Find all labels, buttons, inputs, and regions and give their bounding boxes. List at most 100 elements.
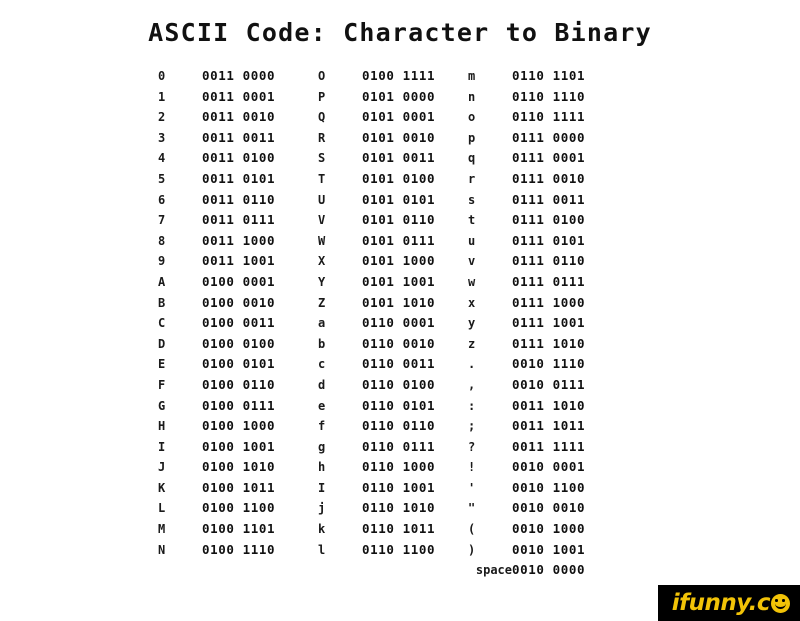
ascii-character: b (318, 336, 326, 351)
table-row: z 0111 1010 (468, 334, 585, 355)
ascii-character: F (158, 377, 166, 392)
table-row: o 0110 1111 (468, 107, 585, 128)
table-row: t 0111 0100 (468, 210, 585, 231)
table-row: N 0100 1110 (158, 540, 275, 561)
ascii-character: T (318, 171, 326, 186)
ascii-character: I (318, 480, 326, 495)
binary-value: 0110 0111 (362, 438, 436, 454)
ascii-character: 9 (158, 254, 166, 269)
table-row: ? 0011 1111 (468, 437, 585, 458)
table-row: s 0111 0011 (468, 190, 585, 211)
table-row: ; 0011 1011 (468, 416, 585, 437)
ascii-character: K (158, 480, 166, 495)
binary-value: 0010 1001 (512, 541, 586, 557)
binary-value: 0110 1000 (362, 459, 436, 475)
table-row: r 0111 0010 (468, 169, 585, 190)
ascii-character: o (468, 110, 476, 125)
table-row: q 0111 0001 (468, 148, 585, 169)
ascii-character: P (318, 89, 326, 104)
table-row: L 0100 1100 (158, 498, 275, 519)
table-row: T 0101 0100 (318, 169, 435, 190)
smiley-face-icon (771, 593, 790, 613)
table-row: u 0111 0101 (468, 231, 585, 252)
ascii-character: U (318, 192, 326, 207)
ascii-character: B (158, 295, 166, 310)
ascii-character: O (318, 69, 326, 83)
ascii-character: w (468, 274, 476, 289)
binary-value: 0011 0000 (202, 68, 276, 83)
ascii-character: C (158, 316, 166, 331)
table-row: M 0100 1101 (158, 519, 275, 540)
ascii-character: W (318, 233, 326, 248)
binary-value: 0110 0010 (362, 335, 436, 351)
binary-value: 0100 0111 (202, 397, 276, 413)
ascii-character: ! (468, 460, 476, 475)
binary-value: 0011 1011 (512, 418, 586, 434)
ascii-character: J (158, 460, 166, 475)
table-row: 8 0011 1000 (158, 231, 275, 252)
ascii-character: 8 (158, 233, 166, 248)
ascii-character: h (318, 460, 326, 475)
binary-value: 0110 1001 (362, 479, 436, 495)
table-row: n 0110 1110 (468, 87, 585, 108)
ascii-character: 4 (158, 151, 166, 166)
table-row: E 0100 0101 (158, 354, 275, 375)
binary-value: 0110 1111 (512, 109, 586, 125)
ascii-character: t (468, 213, 476, 228)
ascii-character: ; (468, 419, 476, 434)
ascii-character: S (318, 151, 326, 166)
table-row: O 0100 1111 (318, 66, 435, 87)
table-row: 2 0011 0010 (158, 107, 275, 128)
binary-value: 0100 1000 (202, 418, 276, 434)
binary-value: 0100 0110 (202, 376, 276, 392)
binary-value: 0111 0001 (512, 150, 586, 166)
binary-value: 0110 0101 (362, 397, 436, 413)
ascii-character: f (318, 419, 326, 434)
binary-value: 0010 0000 (512, 562, 586, 578)
table-row: space0010 0000 (468, 560, 585, 581)
table-row: S 0101 0011 (318, 148, 435, 169)
binary-value: 0111 1000 (512, 294, 586, 310)
ascii-character: c (318, 357, 326, 372)
binary-value: 0111 0000 (512, 129, 586, 145)
table-row: 4 0011 0100 (158, 148, 275, 169)
ascii-column-3: m 0110 1101 n 0110 1110 o 0110 1111 p 0111 0000… (468, 66, 585, 581)
binary-value: 0010 1100 (512, 479, 586, 495)
binary-value: 0101 1010 (362, 294, 436, 310)
binary-value: 0100 1100 (202, 500, 276, 516)
ascii-character: 2 (158, 110, 166, 125)
binary-value: 0100 0100 (202, 335, 276, 351)
ascii-column-1: 0 0011 0000 1 0011 0001 2 0011 0010 3 0011 0011… (158, 66, 275, 560)
binary-value: 0010 0111 (512, 376, 586, 392)
binary-value: 0100 0001 (202, 273, 276, 289)
ascii-character: 3 (158, 130, 166, 145)
binary-value: 0010 0001 (512, 459, 586, 475)
binary-value: 0111 0111 (512, 273, 586, 289)
table-row: g 0110 0111 (318, 437, 435, 458)
table-row: G 0100 0111 (158, 396, 275, 417)
table-row: m 0110 1101 (468, 66, 585, 87)
ascii-character: , (468, 377, 476, 392)
binary-value: 0010 0010 (512, 500, 586, 516)
table-row: I 0110 1001 (318, 478, 435, 499)
ascii-character: 7 (158, 213, 166, 228)
binary-value: 0110 0001 (362, 315, 436, 331)
ascii-character: : (468, 398, 476, 413)
binary-value: 0110 0011 (362, 356, 436, 372)
binary-value: 0010 1000 (512, 521, 586, 537)
table-row: y 0111 1001 (468, 313, 585, 334)
ifunny-watermark: ifunny.c (657, 585, 800, 621)
ascii-character: ? (468, 439, 476, 454)
binary-value: 0100 1111 (362, 68, 436, 83)
binary-value: 0111 0101 (512, 232, 586, 248)
ascii-character: A (158, 274, 166, 289)
table-row: b 0110 0010 (318, 334, 435, 355)
table-row: c 0110 0011 (318, 354, 435, 375)
binary-value: 0100 1011 (202, 479, 276, 495)
table-row: V 0101 0110 (318, 210, 435, 231)
binary-value: 0111 0110 (512, 253, 586, 269)
table-row: R 0101 0010 (318, 128, 435, 149)
binary-value: 0011 1000 (202, 232, 276, 248)
table-row: J 0100 1010 (158, 457, 275, 478)
table-row: C 0100 0011 (158, 313, 275, 334)
